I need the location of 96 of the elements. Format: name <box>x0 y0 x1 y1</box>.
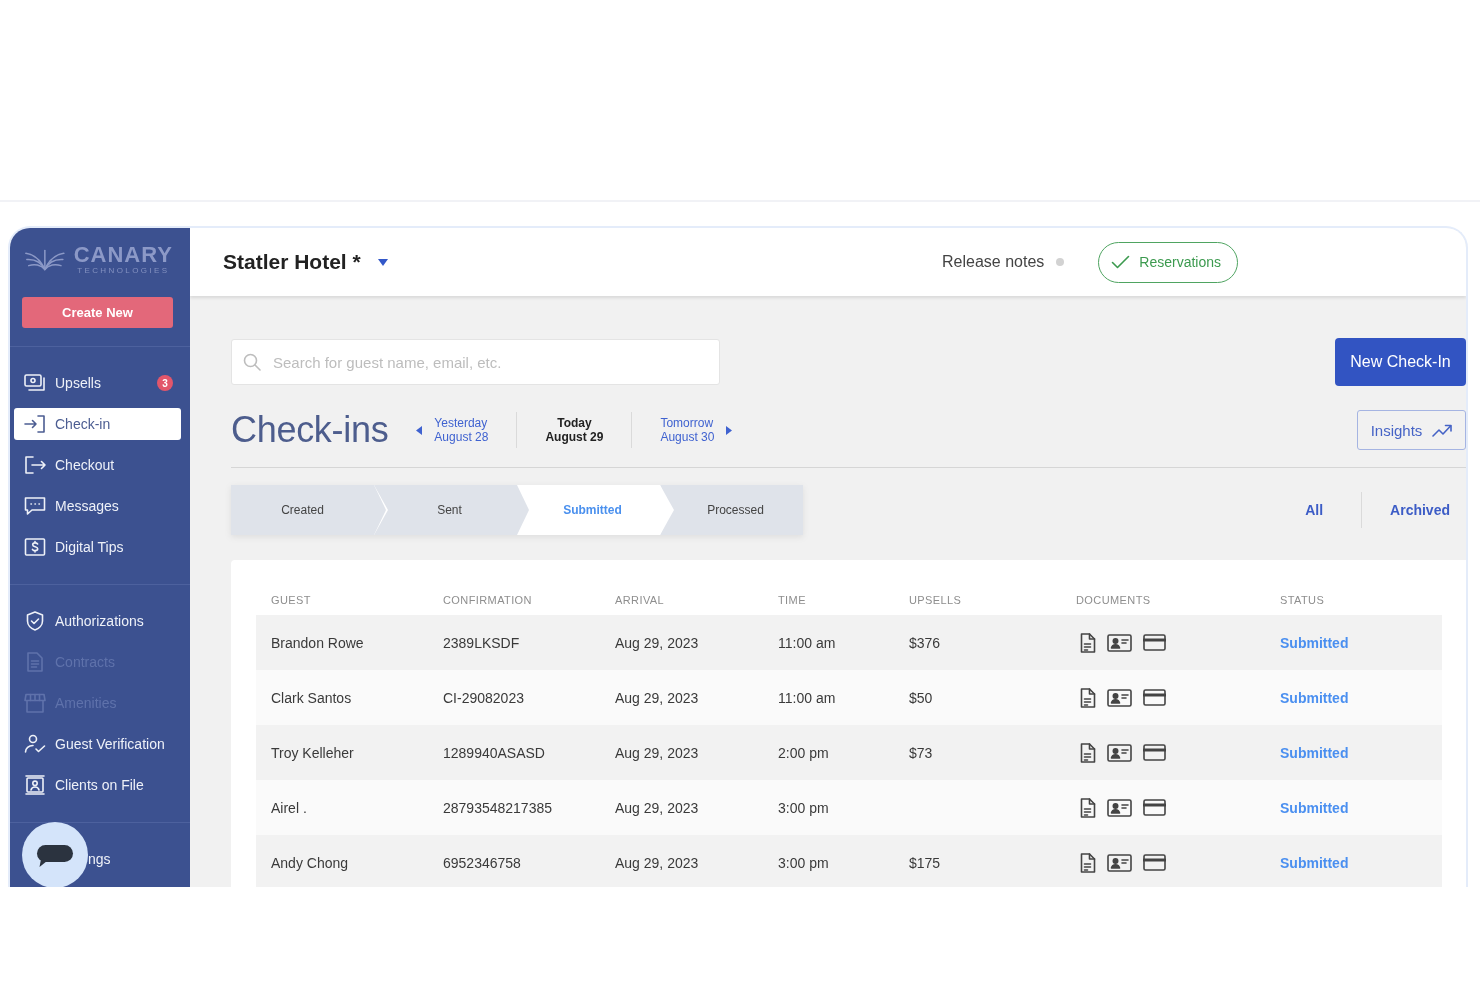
logo-tagline: TECHNOLOGIES <box>77 265 170 275</box>
search-icon <box>243 353 261 371</box>
property-dropdown[interactable]: Statler Hotel * <box>223 250 388 274</box>
column-header: GUEST <box>270 594 312 606</box>
table-cell-text: Brandon Rowe <box>270 634 365 651</box>
column-header: UPSELLS <box>908 594 963 606</box>
table-cell-text: Troy Kelleher <box>270 744 355 761</box>
table-cell-text: $73 <box>908 744 934 761</box>
table-cell-text: Aug 29, 2023 <box>614 799 700 816</box>
exit-arrow-icon <box>24 455 46 475</box>
status-text: Submitted <box>1279 799 1350 816</box>
status-step-tab[interactable]: Sent <box>374 485 517 535</box>
sidebar-item[interactable]: Upsells 3 <box>14 367 181 399</box>
sidebar-item[interactable]: Guest Verification <box>14 728 181 760</box>
table-cell-text: 3:00 pm <box>777 854 830 871</box>
table-cell-text: 11:00 am <box>777 689 837 706</box>
storefront-icon <box>24 693 46 713</box>
column-header: ARRIVAL <box>614 594 666 606</box>
id-card-icon <box>1107 798 1132 817</box>
column-header: STATUS <box>1279 594 1326 606</box>
id-card-icon <box>1107 633 1132 652</box>
table-cell-text: $50 <box>908 689 934 706</box>
id-badge-icon <box>24 775 46 795</box>
notification-badge: 3 <box>157 375 173 391</box>
credit-card-icon <box>1143 799 1166 816</box>
table-cell-text: 3:00 pm <box>777 799 830 816</box>
person-check-icon <box>24 734 46 754</box>
message-icon <box>24 496 46 516</box>
table-cell-text: Andy Chong <box>270 854 350 871</box>
credit-card-icon <box>1143 854 1166 871</box>
table-cell-text: 2389LKSDF <box>442 634 521 651</box>
sidebar-item[interactable]: Messages <box>14 490 181 522</box>
table-cell-text: Aug 29, 2023 <box>614 744 700 761</box>
trend-up-icon <box>1432 423 1453 437</box>
document-icon <box>1080 687 1096 708</box>
dollar-box-icon <box>24 537 46 557</box>
page-title: Check-ins <box>231 409 389 451</box>
table-cell-text: $175 <box>908 854 942 871</box>
table-cell-text: Airel . <box>270 799 308 816</box>
id-card-icon <box>1107 743 1132 762</box>
id-card-icon <box>1107 853 1132 872</box>
document-icon <box>1080 742 1096 763</box>
sidebar-item[interactable]: Check-in <box>14 408 181 440</box>
chat-bubble-icon[interactable] <box>22 822 88 887</box>
table-cell-text: 28793548217385 <box>442 799 553 816</box>
table-cell-text: CI-29082023 <box>442 689 525 706</box>
caret-icon <box>377 258 388 266</box>
status-dot-icon <box>1056 258 1065 266</box>
new-check-in-button[interactable]: New Check-In <box>1335 338 1466 386</box>
credit-card-icon <box>1143 634 1166 651</box>
sidebar-item[interactable]: Clients on File <box>14 769 181 801</box>
table-cell-text: Aug 29, 2023 <box>614 854 700 871</box>
column-header: CONFIRMATION <box>442 594 533 606</box>
release-notes-link[interactable]: Release notes <box>942 253 1045 271</box>
enter-arrow-icon <box>24 414 46 434</box>
table-cell-text: Aug 29, 2023 <box>614 689 700 706</box>
table-cell-text: 11:00 am <box>777 634 837 651</box>
date-tab[interactable]: Yesterday August 28 <box>416 416 489 444</box>
status-text: Submitted <box>1279 634 1350 651</box>
id-card-icon <box>1107 688 1132 707</box>
status-step-tab[interactable]: Created <box>231 485 374 535</box>
document-icon <box>24 652 46 672</box>
sidebar-item[interactable]: Checkout <box>14 449 181 481</box>
date-tab[interactable]: Today August 29 <box>545 416 604 444</box>
banknote-icon <box>24 373 46 393</box>
logo-text: CANARY <box>73 243 173 266</box>
table-cell-text: 2:00 pm <box>777 744 830 761</box>
table-cell-text: 1289940ASASD <box>442 744 546 761</box>
shield-check-icon <box>24 611 46 631</box>
triangle-left-icon <box>416 425 423 435</box>
document-icon <box>1080 632 1096 653</box>
table-cell-text: 6952346758 <box>442 854 522 871</box>
status-step-tab[interactable]: Processed <box>660 485 803 535</box>
table-cell-text: $376 <box>908 634 942 651</box>
date-tab[interactable]: Tomorrow August 30 <box>660 416 733 444</box>
table-cell-text: Clark Santos <box>270 689 353 706</box>
status-text: Submitted <box>1279 744 1350 761</box>
insights-button[interactable]: Insights <box>1357 410 1466 450</box>
filter-link[interactable]: All <box>1305 502 1324 518</box>
status-text: Submitted <box>1279 854 1350 871</box>
triangle-right-icon <box>726 425 733 435</box>
document-icon <box>1080 797 1096 818</box>
sidebar-item[interactable]: Digital Tips <box>14 531 181 563</box>
sidebar-item[interactable]: Authorizations <box>14 605 181 637</box>
sidebar-item[interactable]: ngs <box>86 843 181 875</box>
credit-card-icon <box>1143 744 1166 761</box>
filter-link[interactable]: Archived <box>1390 502 1450 518</box>
status-text: Submitted <box>1279 689 1350 706</box>
column-header: DOCUMENTS <box>1075 594 1152 606</box>
check-icon <box>1111 255 1131 269</box>
credit-card-icon <box>1143 689 1166 706</box>
reservations-button[interactable]: Reservations <box>1098 241 1238 283</box>
search-field[interactable]: Search for guest name, email, etc. <box>231 339 720 385</box>
document-icon <box>1080 852 1096 873</box>
column-header: TIME <box>777 594 807 606</box>
table-cell-text: Aug 29, 2023 <box>614 634 700 651</box>
